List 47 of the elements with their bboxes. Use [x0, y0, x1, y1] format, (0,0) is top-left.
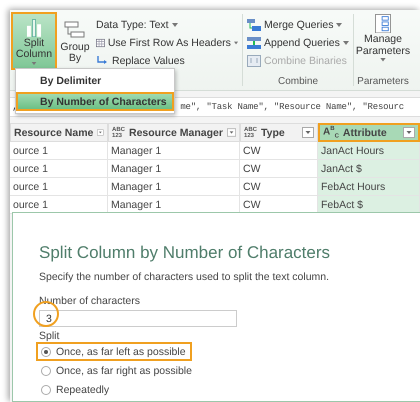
field-label: Split [39, 330, 60, 342]
group-by-button[interactable]: Group By [59, 12, 91, 70]
ribbon-command[interactable]: Append Queries [247, 34, 349, 52]
input-field[interactable]: 3 [39, 310, 237, 327]
column-header[interactable]: Resource Name [10, 123, 108, 142]
radio-button[interactable] [41, 384, 51, 394]
ribbon-command[interactable]: Data Type: Text [96, 16, 238, 34]
radio-option[interactable]: Repeatedly [36, 380, 116, 399]
column-header[interactable]: A$^{B}$$_{C}$ Attribute [318, 123, 420, 142]
table-cell: CW [240, 142, 318, 160]
radio-button[interactable] [41, 366, 51, 376]
menu-item[interactable]: By Number of Characters [16, 92, 174, 111]
radio-button[interactable] [41, 346, 51, 356]
group-label: Combine [276, 76, 320, 87]
ribbon-command[interactable]: Use First Row As Headers [96, 34, 238, 52]
binaries-icon [247, 55, 261, 67]
table-cell: ource 1 [10, 142, 108, 160]
table-cell: ource 1 [10, 160, 108, 178]
filter-button[interactable] [302, 127, 314, 138]
filter-button[interactable] [403, 127, 415, 138]
replace-icon [96, 55, 109, 67]
table-cell: JanAct Hours [318, 142, 420, 160]
merge-icon [247, 19, 261, 31]
split-column-button[interactable]: Split Column [11, 12, 57, 70]
table-cell: ource 1 [10, 178, 108, 196]
manage-parameters-button[interactable]: Manage Parameters [358, 10, 408, 66]
group-label: Parameters [356, 76, 410, 87]
table-cell: CW [240, 178, 318, 196]
filter-button[interactable] [97, 127, 104, 138]
filter-button[interactable] [226, 127, 236, 138]
table-cell: Manager 1 [108, 160, 240, 178]
ribbon-command[interactable]: Merge Queries [247, 16, 349, 34]
table-cell: Manager 1 [108, 178, 240, 196]
table-cell: CW [240, 160, 318, 178]
table-cell: Manager 1 [108, 142, 240, 160]
table-icon [96, 37, 105, 49]
dialog-title: Split Column by Number of Characters [39, 243, 332, 263]
ribbon-command[interactable]: Replace Values [96, 52, 238, 70]
parameters-icon [374, 14, 392, 34]
radio-option[interactable]: Once, as far right as possible [36, 361, 198, 380]
radio-option[interactable]: Once, as far left as possible [36, 342, 192, 361]
table-cell: JanAct $ [318, 160, 420, 178]
append-icon [247, 37, 261, 49]
dialog-description: Specify the number of characters used to split the text column. [39, 271, 330, 283]
table-cell: FebAct Hours [318, 178, 420, 196]
menu-item[interactable]: By Delimiter [16, 71, 174, 90]
formula-text: me", "Task Name", "Resource Name", "Resourc [180, 102, 404, 112]
